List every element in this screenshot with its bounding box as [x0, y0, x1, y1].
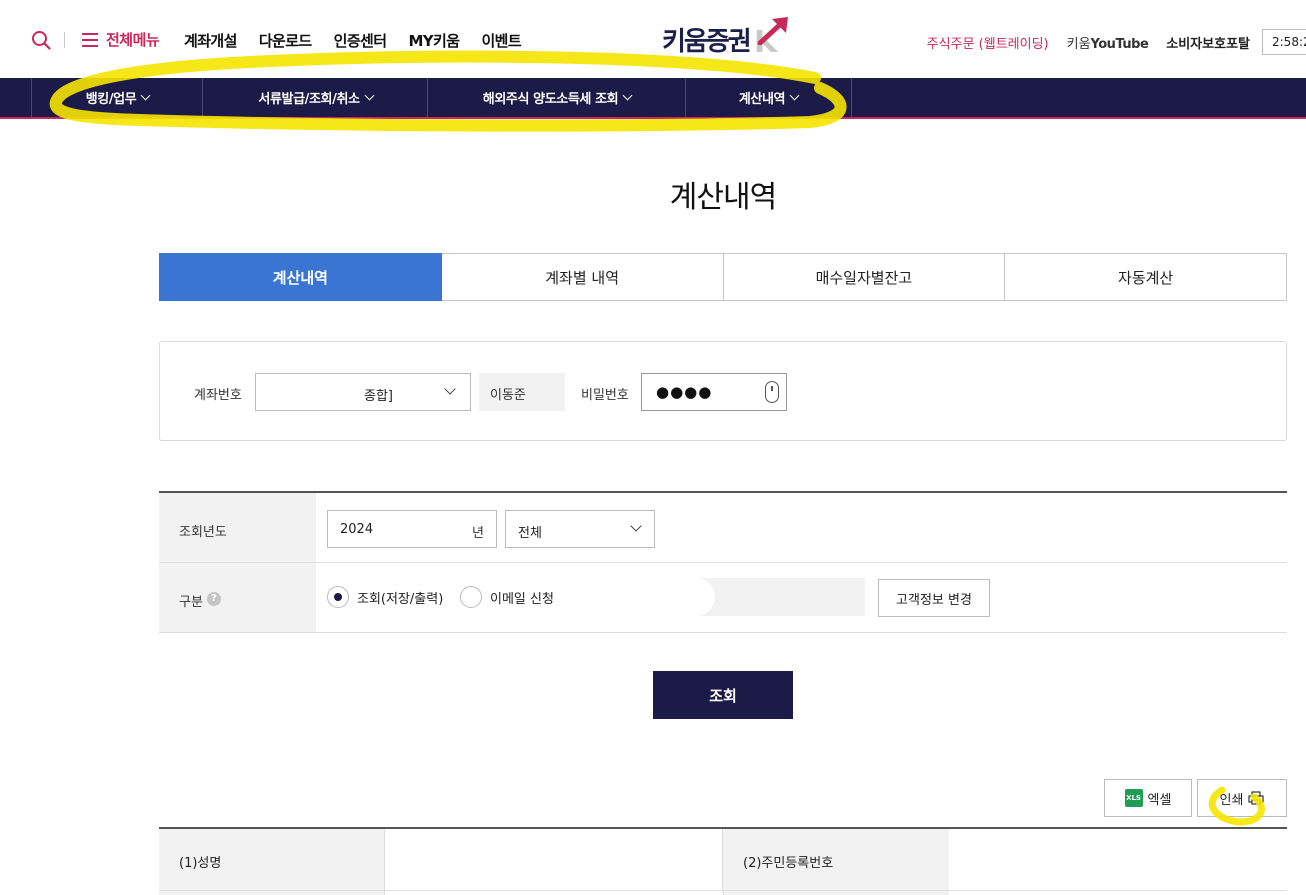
rrn-header: (2)주민등록번호 — [723, 829, 949, 890]
year-value: 2024 — [340, 522, 374, 537]
name-cell — [385, 829, 723, 890]
year-unit: 년 — [472, 526, 484, 541]
highlight-annotation — [49, 50, 1265, 826]
kiwoom-logo[interactable]: 키움증권 K — [662, 15, 792, 60]
account-select[interactable]: 종합] — [255, 373, 471, 411]
tab-auto-calc[interactable]: 자동계산 — [1005, 253, 1287, 301]
main-gnb: 뱅킹/업무 서류발급/조회/취소 해외주식 양도소득세 조회 계산내역 — [0, 78, 1306, 119]
search-button[interactable]: 조회 — [653, 671, 793, 719]
kind-label-text: 구분 — [179, 595, 203, 610]
gnb-banking[interactable]: 뱅킹/업무 — [31, 78, 203, 117]
password-field[interactable]: ●●●● — [641, 373, 787, 411]
radio-checked-icon — [327, 586, 349, 608]
radio-view[interactable]: 조회(저장/출력) — [327, 586, 443, 608]
gnb-documents-label: 서류발급/조회/취소 — [258, 92, 360, 107]
kind-row: 구분 ? 조회(저장/출력) 이메일 신청 고객정보 변경 — [159, 563, 1287, 633]
table-cell — [159, 891, 385, 895]
year-input[interactable]: 2024 년 — [327, 510, 497, 548]
chevron-down-icon — [140, 90, 151, 101]
chevron-down-icon — [364, 90, 375, 101]
gnb-divider — [851, 78, 852, 117]
password-value: ●●●● — [656, 383, 713, 401]
year-label-text: 조회년도 — [179, 525, 227, 540]
account-number-label: 계좌번호 — [194, 388, 242, 403]
logo-text: 키움증권 — [662, 27, 752, 57]
excel-label: 엑셀 — [1147, 792, 1172, 808]
gnb-banking-label: 뱅킹/업무 — [85, 92, 137, 107]
nav-my-kiwoom[interactable]: MY키움 — [408, 30, 460, 51]
top-nav: 계좌개설 다운로드 인증센터 MY키움 이벤트 — [184, 30, 543, 51]
nav-download[interactable]: 다운로드 — [259, 30, 312, 51]
all-menu-button[interactable]: 전체메뉴 — [82, 29, 160, 50]
consumer-portal-link[interactable]: 소비자보호포탈 — [1166, 33, 1250, 52]
nav-event[interactable]: 이벤트 — [481, 30, 521, 51]
gnb-overseas-tax[interactable]: 해외주식 양도소득세 조회 — [427, 78, 686, 117]
account-select-value: 종합] — [364, 389, 393, 404]
mouse-keypad-icon[interactable] — [765, 381, 779, 403]
search-form: 조회년도 2024 년 전체 구분 ? 조회(저장/출력) 이메일 신청 고객정… — [159, 491, 1287, 633]
type-select-value: 전체 — [518, 526, 542, 541]
all-menu-label: 전체메뉴 — [106, 31, 160, 49]
youtube-link[interactable]: 키움YouTube — [1067, 33, 1149, 52]
tab-balance-by-date[interactable]: 매수일자별잔고 — [723, 253, 1006, 301]
email-field — [565, 578, 865, 616]
chevron-down-icon — [622, 90, 633, 101]
tab-calc-history[interactable]: 계산내역 — [159, 253, 442, 301]
kind-label: 구분 ? — [159, 563, 316, 632]
type-select[interactable]: 전체 — [505, 510, 655, 548]
youtube-prefix: 키움 — [1066, 36, 1091, 52]
account-panel: 계좌번호 종합] 이동준 비밀번호 ●●●● — [159, 341, 1287, 441]
password-label: 비밀번호 — [581, 388, 629, 403]
table-row: (1)성명 (2)주민등록번호 — [159, 829, 1287, 891]
printer-icon — [1248, 791, 1265, 805]
print-label: 인쇄 — [1219, 792, 1244, 808]
redaction-mask — [565, 578, 715, 616]
youtube-label: YouTube — [1090, 36, 1149, 52]
tab-account-history[interactable]: 계좌별 내역 — [441, 253, 724, 301]
account-owner: 이동준 — [479, 373, 565, 411]
page-title: 계산내역 — [669, 180, 777, 215]
chevron-down-icon — [630, 520, 642, 532]
excel-button[interactable]: XLS 엑셀 — [1104, 779, 1192, 817]
gnb-overseas-tax-label: 해외주식 양도소득세 조회 — [482, 92, 619, 107]
search-icon[interactable] — [31, 30, 51, 50]
nav-account-open[interactable]: 계좌개설 — [184, 30, 237, 51]
name-header: (1)성명 — [159, 829, 385, 890]
top-header: 전체메뉴 계좌개설 다운로드 인증센터 MY키움 이벤트 키움증권 K 주식주문… — [0, 0, 1306, 78]
radio-unchecked-icon — [460, 586, 482, 608]
radio-email[interactable]: 이메일 신청 — [460, 586, 554, 608]
print-button[interactable]: 인쇄 — [1197, 779, 1287, 817]
result-table: (1)성명 (2)주민등록번호 — [159, 827, 1287, 895]
chevron-down-icon — [789, 90, 800, 101]
hamburger-icon — [82, 32, 98, 47]
web-trading-link[interactable]: 주식주문 (웹트레이딩) — [927, 33, 1049, 52]
content-tabs: 계산내역 계좌별 내역 매수일자별잔고 자동계산 — [159, 253, 1287, 301]
header-utils: 주식주문 (웹트레이딩) 키움YouTube 소비자보호포탈 2:58:2 — [927, 29, 1306, 55]
year-row: 조회년도 2024 년 전체 — [159, 493, 1287, 563]
gnb-calc-history[interactable]: 계산내역 — [685, 78, 851, 117]
year-label: 조회년도 — [159, 493, 316, 562]
gnb-documents[interactable]: 서류발급/조회/취소 — [202, 78, 428, 117]
chevron-down-icon — [444, 383, 456, 395]
help-icon[interactable]: ? — [206, 592, 221, 606]
session-clock: 2:58:2 — [1262, 29, 1306, 55]
gnb-calc-history-label: 계산내역 — [738, 92, 786, 107]
radio-view-label: 조회(저장/출력) — [357, 591, 444, 607]
logo-arrow-icon — [757, 17, 788, 45]
rrn-cell — [949, 829, 1287, 890]
nav-cert-center[interactable]: 인증센터 — [334, 30, 387, 51]
excel-icon: XLS — [1124, 789, 1143, 807]
table-cell — [723, 891, 949, 895]
table-row — [159, 891, 1287, 895]
radio-email-label: 이메일 신청 — [490, 591, 554, 607]
change-customer-info-button[interactable]: 고객정보 변경 — [878, 579, 990, 617]
header-divider — [64, 32, 65, 48]
